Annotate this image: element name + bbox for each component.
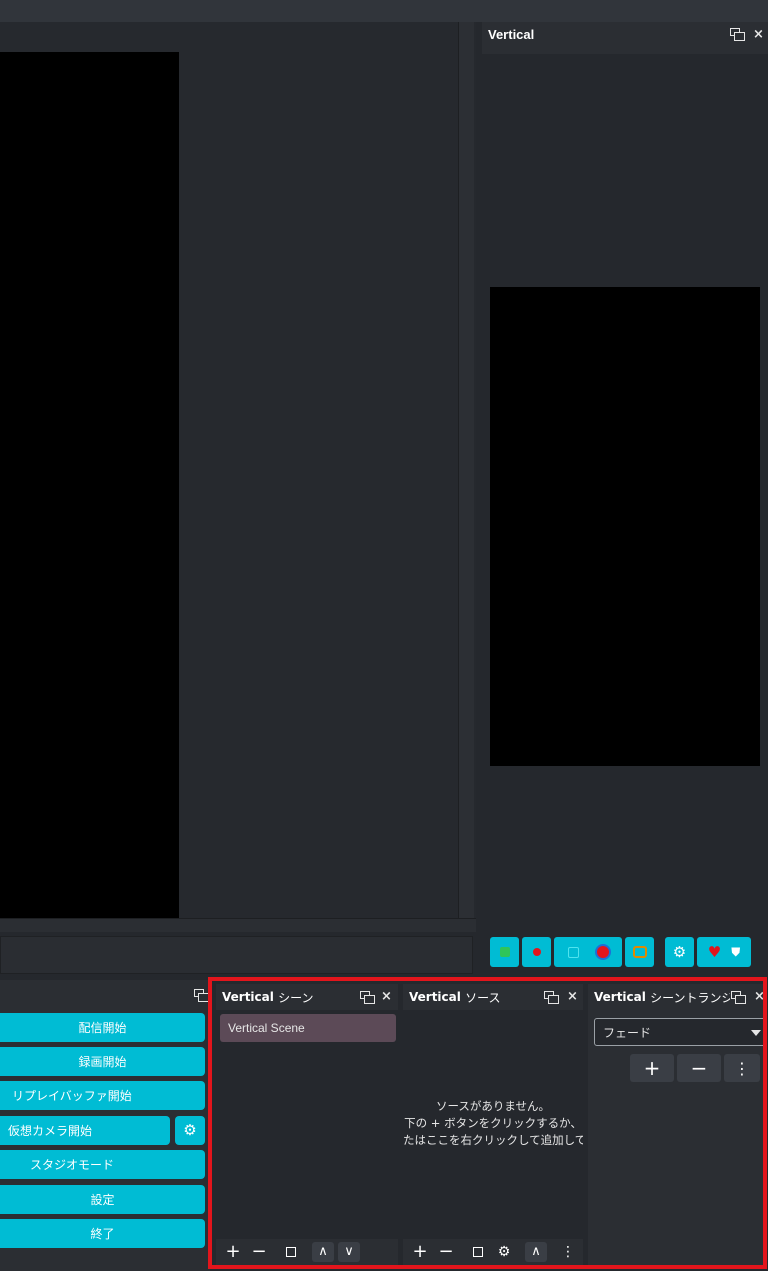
record-icon bbox=[532, 948, 541, 956]
record-button[interactable] bbox=[522, 937, 551, 967]
heart-icon: ♥ bbox=[707, 942, 722, 961]
close-icon[interactable]: × bbox=[567, 990, 578, 1003]
minus-icon: − bbox=[690, 1056, 708, 1080]
main-preview-area[interactable] bbox=[0, 22, 476, 930]
scene-list[interactable]: Vertical Scene bbox=[216, 1010, 398, 1239]
main-preview-horizontal-scrollbar[interactable] bbox=[0, 918, 476, 932]
scenes-footer-toolbar: + − ∧ ∨ bbox=[216, 1239, 398, 1265]
close-icon[interactable]: × bbox=[754, 990, 765, 1003]
virtual-camera-settings-button[interactable]: ⚙ bbox=[175, 1116, 205, 1145]
main-preview-canvas[interactable] bbox=[0, 52, 179, 930]
transition-select[interactable]: フェード bbox=[594, 1018, 766, 1046]
vertical-dock-title: Vertical bbox=[488, 26, 535, 42]
vertical-settings-button[interactable]: ⚙ bbox=[665, 937, 694, 967]
source-list[interactable]: ソースがありません。 下の + ボタンをクリックするか、 たはここを右クリックし… bbox=[403, 1010, 583, 1239]
chevron-down-icon: ∨ bbox=[344, 1244, 354, 1259]
close-icon[interactable]: × bbox=[753, 28, 764, 41]
settings-button[interactable]: 設定 bbox=[0, 1185, 205, 1214]
no-sources-line3: たはここを右クリックして追加してくださ bbox=[403, 1133, 583, 1147]
vertical-preview-canvas[interactable] bbox=[490, 287, 760, 766]
gear-icon: ⚙ bbox=[183, 1121, 197, 1139]
minus-icon: − bbox=[438, 1241, 454, 1262]
vertical-scenes-panel: Vertical シーン × Vertical Scene + − ∧ ∨ bbox=[216, 984, 398, 1265]
support-button[interactable]: ♥ ⛊ bbox=[697, 937, 751, 967]
gear-icon: ⚙ bbox=[497, 1244, 511, 1260]
more-vertical-icon: ⋮ bbox=[561, 1244, 575, 1260]
vertical-transitions-panel: Vertical シーントランジ... × フェード + − ⋮ bbox=[588, 984, 766, 1265]
virtualcam-replay-button[interactable] bbox=[554, 937, 622, 967]
remove-scene-button[interactable]: − bbox=[248, 1242, 270, 1262]
float-icon[interactable] bbox=[360, 991, 375, 1004]
more-vertical-icon: ⋮ bbox=[734, 1058, 750, 1078]
scene-filters-button[interactable] bbox=[280, 1242, 302, 1262]
move-scene-down-button[interactable]: ∨ bbox=[338, 1242, 360, 1262]
scenes-title-suffix: シーン bbox=[278, 990, 314, 1005]
start-replay-buffer-button[interactable]: リプレイバッファ開始 bbox=[0, 1081, 205, 1110]
plus-icon: + bbox=[643, 1056, 661, 1080]
transitions-panel-header: Vertical シーントランジ... bbox=[588, 984, 730, 1010]
transition-properties-button[interactable]: ⋮ bbox=[724, 1054, 760, 1082]
plus-icon: + bbox=[225, 1241, 241, 1262]
start-recording-button[interactable]: 録画開始 bbox=[0, 1047, 205, 1076]
chevron-down-icon bbox=[751, 1030, 761, 1036]
screenshot-icon bbox=[632, 946, 647, 958]
vertical-sources-panel: Vertical ソース × ソースがありません。 下の + ボタンをクリックす… bbox=[403, 984, 583, 1265]
controls-dock: 配信開始 録画開始 リプレイバッファ開始 仮想カメラ開始 ⚙ スタジオモード 設… bbox=[0, 980, 210, 1271]
exit-button[interactable]: 終了 bbox=[0, 1219, 205, 1248]
filter-icon bbox=[473, 1247, 483, 1257]
main-preview-vertical-scrollbar[interactable] bbox=[458, 22, 474, 918]
close-icon[interactable]: × bbox=[381, 990, 392, 1003]
transitions-title-prefix: Vertical bbox=[594, 990, 646, 1004]
studio-mode-button[interactable]: スタジオモード bbox=[0, 1150, 205, 1179]
sources-footer-toolbar: + − ⚙ ∧ ⋮ bbox=[403, 1239, 583, 1265]
remove-transition-button[interactable]: − bbox=[677, 1054, 721, 1082]
add-scene-button[interactable]: + bbox=[222, 1242, 244, 1262]
virtualcam-icon bbox=[567, 946, 579, 958]
float-icon[interactable] bbox=[544, 991, 559, 1004]
move-source-up-button[interactable]: ∧ bbox=[525, 1242, 547, 1262]
chevron-up-icon: ∧ bbox=[318, 1244, 328, 1259]
vertical-dock: Vertical × ⚙ ♥ ⛊ bbox=[482, 22, 768, 974]
scenes-title-prefix: Vertical bbox=[222, 990, 274, 1004]
filter-icon bbox=[286, 1247, 296, 1257]
no-sources-line2: 下の + ボタンをクリックするか、 bbox=[404, 1116, 582, 1130]
gear-icon: ⚙ bbox=[672, 942, 687, 961]
shield-icon: ⛊ bbox=[731, 945, 741, 959]
float-icon[interactable] bbox=[194, 989, 209, 1002]
chevron-up-icon: ∧ bbox=[531, 1244, 541, 1259]
add-source-button[interactable]: + bbox=[409, 1242, 431, 1262]
vertical-dock-header: Vertical bbox=[482, 22, 768, 46]
window-title-bar bbox=[0, 0, 768, 22]
start-virtual-camera-button[interactable]: 仮想カメラ開始 bbox=[0, 1116, 170, 1145]
stream-button[interactable] bbox=[490, 937, 519, 967]
source-properties-button[interactable]: ⚙ bbox=[493, 1242, 515, 1262]
transition-select-value: フェード bbox=[603, 1025, 652, 1040]
minus-icon: − bbox=[251, 1241, 267, 1262]
transitions-body: フェード + − ⋮ bbox=[588, 1010, 766, 1265]
sources-title-suffix: ソース bbox=[465, 990, 501, 1005]
sources-title-prefix: Vertical bbox=[409, 990, 461, 1004]
float-icon[interactable] bbox=[730, 28, 745, 41]
add-transition-button[interactable]: + bbox=[630, 1054, 674, 1082]
source-more-button[interactable]: ⋮ bbox=[557, 1242, 579, 1262]
remove-source-button[interactable]: − bbox=[435, 1242, 457, 1262]
move-scene-up-button[interactable]: ∧ bbox=[312, 1242, 334, 1262]
no-sources-message: ソースがありません。 下の + ボタンをクリックするか、 たはここを右クリックし… bbox=[403, 1098, 583, 1149]
replay-icon bbox=[596, 946, 609, 958]
start-streaming-button[interactable]: 配信開始 bbox=[0, 1013, 205, 1042]
stream-icon bbox=[499, 947, 510, 957]
plus-icon: + bbox=[412, 1241, 428, 1262]
transitions-title-suffix: シーントランジ... bbox=[650, 990, 730, 1005]
scene-list-item[interactable]: Vertical Scene bbox=[220, 1014, 396, 1042]
vertical-preview-area[interactable]: ⚙ ♥ ⛊ bbox=[482, 50, 768, 974]
screenshot-button[interactable] bbox=[625, 937, 654, 967]
vertical-toolbar: ⚙ ♥ ⛊ bbox=[490, 937, 751, 967]
no-sources-line1: ソースがありません。 bbox=[435, 1099, 551, 1113]
source-filters-button[interactable] bbox=[467, 1242, 489, 1262]
float-icon[interactable] bbox=[731, 991, 746, 1004]
main-status-bar bbox=[0, 936, 473, 974]
